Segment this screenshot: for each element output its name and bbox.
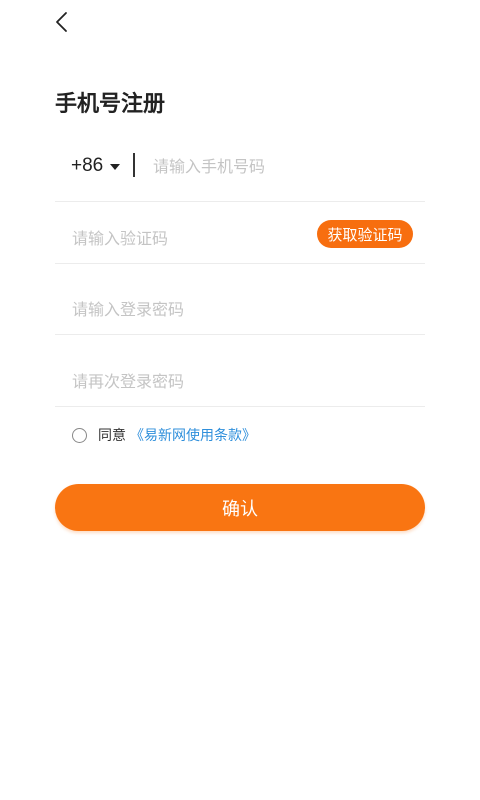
verification-code-input[interactable] (72, 226, 302, 250)
confirm-password-input[interactable] (72, 369, 412, 393)
register-page: 手机号注册 +86 获取验证码 同意 《易新网使用条款》 确认 (0, 0, 480, 800)
country-code-label: +86 (71, 154, 104, 176)
phone-input[interactable] (153, 154, 413, 178)
confirm-password-field (55, 335, 425, 407)
password-input[interactable] (72, 297, 412, 321)
country-code-selector[interactable]: +86 (71, 130, 121, 201)
agreement-label: 同意 (98, 428, 126, 444)
verification-code-field: 获取验证码 (55, 192, 425, 264)
terms-link[interactable]: 《易新网使用条款》 (130, 425, 256, 445)
caret-down-icon (110, 163, 121, 170)
agreement-row: 同意 《易新网使用条款》 (72, 424, 256, 446)
password-field (55, 263, 425, 335)
page-title: 手机号注册 (55, 92, 166, 117)
confirm-button[interactable]: 确认 (55, 484, 425, 531)
get-code-button[interactable]: 获取验证码 (317, 220, 413, 248)
agreement-radio[interactable] (72, 427, 87, 443)
back-button[interactable] (46, 6, 78, 42)
chevron-left-icon (55, 11, 69, 37)
field-divider (133, 153, 135, 177)
